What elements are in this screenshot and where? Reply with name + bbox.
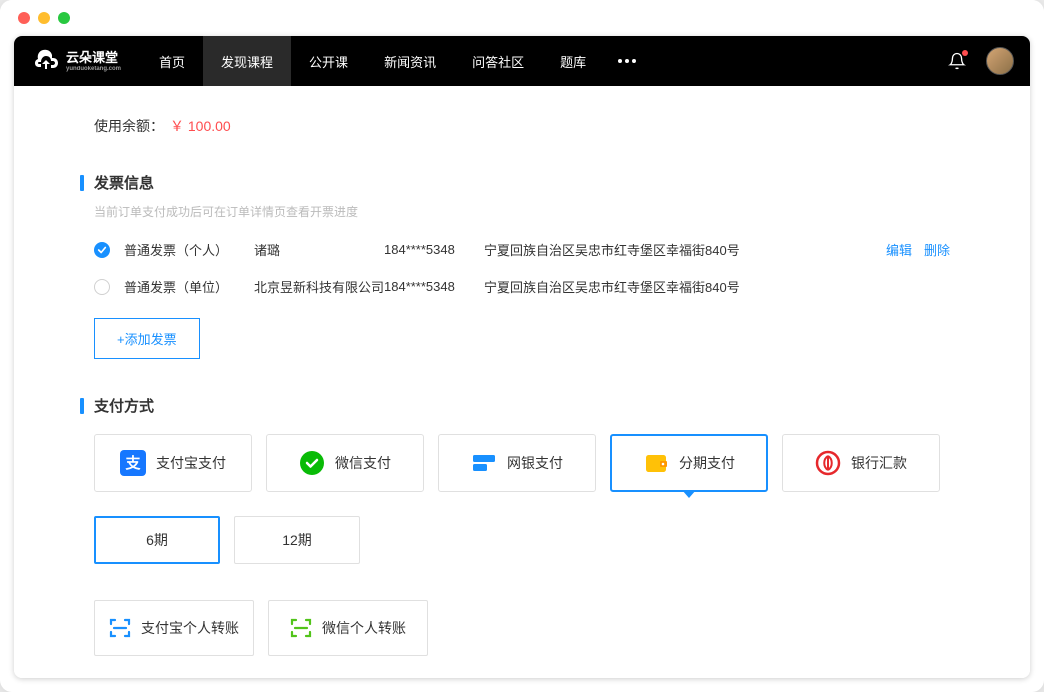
pay-alipay[interactable]: 支 支付宝支付 — [94, 434, 252, 492]
minimize-window[interactable] — [38, 12, 50, 24]
pay-bank[interactable]: 银行汇款 — [782, 434, 940, 492]
nav-more-icon[interactable] — [604, 36, 650, 86]
pay-label: 分期支付 — [679, 453, 735, 473]
nav-home[interactable]: 首页 — [141, 36, 203, 86]
user-avatar[interactable] — [986, 47, 1014, 75]
wechat-personal-transfer[interactable]: 微信个人转账 — [268, 600, 428, 656]
notification-dot — [962, 50, 968, 56]
alipay-personal-transfer[interactable]: 支付宝个人转账 — [94, 600, 254, 656]
pay-wechat[interactable]: 微信支付 — [266, 434, 424, 492]
invoice-address: 宁夏回族自治区吴忠市红寺堡区幸福街840号 — [484, 240, 876, 259]
invoice-phone: 184****5348 — [384, 242, 484, 257]
transfer-label: 支付宝个人转账 — [141, 618, 239, 638]
wechat-pay-icon — [299, 450, 325, 476]
unionpay-icon — [471, 450, 497, 476]
nav-news[interactable]: 新闻资讯 — [366, 36, 454, 86]
pay-label: 银行汇款 — [851, 453, 907, 473]
balance-row: 使用余额： ￥ 100.00 — [94, 116, 950, 136]
invoice-name: 诸璐 — [254, 240, 384, 259]
pay-label: 支付宝支付 — [156, 453, 226, 473]
invoice-section-title: 发票信息 — [94, 172, 154, 193]
pay-installment[interactable]: 分期支付 — [610, 434, 768, 492]
brand-logo[interactable]: 云朵课堂 yunduoketang.com — [30, 45, 121, 77]
bank-icon — [815, 450, 841, 476]
invoice-row-personal[interactable]: 普通发票（个人） 诸璐 184****5348 宁夏回族自治区吴忠市红寺堡区幸福… — [94, 240, 950, 259]
radio-unchecked-icon[interactable] — [94, 279, 110, 295]
invoice-type: 普通发票（个人） — [124, 240, 254, 259]
nav-discover[interactable]: 发现课程 — [203, 36, 291, 86]
scan-icon — [109, 617, 131, 639]
nav-question-bank[interactable]: 题库 — [542, 36, 604, 86]
payment-section-title: 支付方式 — [94, 395, 154, 416]
top-navigation: 云朵课堂 yunduoketang.com 首页 发现课程 公开课 新闻资讯 问… — [14, 36, 1030, 86]
invoice-hint: 当前订单支付成功后可在订单详情页查看开票进度 — [94, 203, 950, 220]
edit-invoice-link[interactable]: 编辑 — [886, 240, 912, 259]
notification-bell-icon[interactable] — [948, 52, 966, 70]
invoice-type: 普通发票（单位） — [124, 277, 254, 296]
installment-6[interactable]: 6期 — [94, 516, 220, 564]
add-invoice-button[interactable]: +添加发票 — [94, 318, 200, 359]
transfer-label: 微信个人转账 — [322, 618, 406, 638]
nav-qa[interactable]: 问答社区 — [454, 36, 542, 86]
pay-label: 微信支付 — [335, 453, 391, 473]
alipay-icon: 支 — [120, 450, 146, 476]
close-window[interactable] — [18, 12, 30, 24]
window-titlebar — [0, 0, 1044, 36]
radio-checked-icon[interactable] — [94, 242, 110, 258]
invoice-address: 宁夏回族自治区吴忠市红寺堡区幸福街840号 — [484, 277, 950, 296]
balance-value: ￥ 100.00 — [170, 118, 231, 134]
pay-unionpay[interactable]: 网银支付 — [438, 434, 596, 492]
maximize-window[interactable] — [58, 12, 70, 24]
pay-label: 网银支付 — [507, 453, 563, 473]
scan-icon — [290, 617, 312, 639]
invoice-row-company[interactable]: 普通发票（单位） 北京昱新科技有限公司 184****5348 宁夏回族自治区吴… — [94, 277, 950, 296]
section-bar — [80, 398, 84, 414]
wallet-icon — [643, 450, 669, 476]
svg-text:支: 支 — [124, 454, 141, 472]
balance-label: 使用余额： — [94, 118, 164, 134]
invoice-phone: 184****5348 — [384, 279, 484, 294]
installment-12[interactable]: 12期 — [234, 516, 360, 564]
invoice-name: 北京昱新科技有限公司 — [254, 277, 384, 296]
section-bar — [80, 175, 84, 191]
nav-items: 首页 发现课程 公开课 新闻资讯 问答社区 题库 — [141, 36, 650, 86]
delete-invoice-link[interactable]: 删除 — [924, 240, 950, 259]
nav-open-class[interactable]: 公开课 — [291, 36, 366, 86]
